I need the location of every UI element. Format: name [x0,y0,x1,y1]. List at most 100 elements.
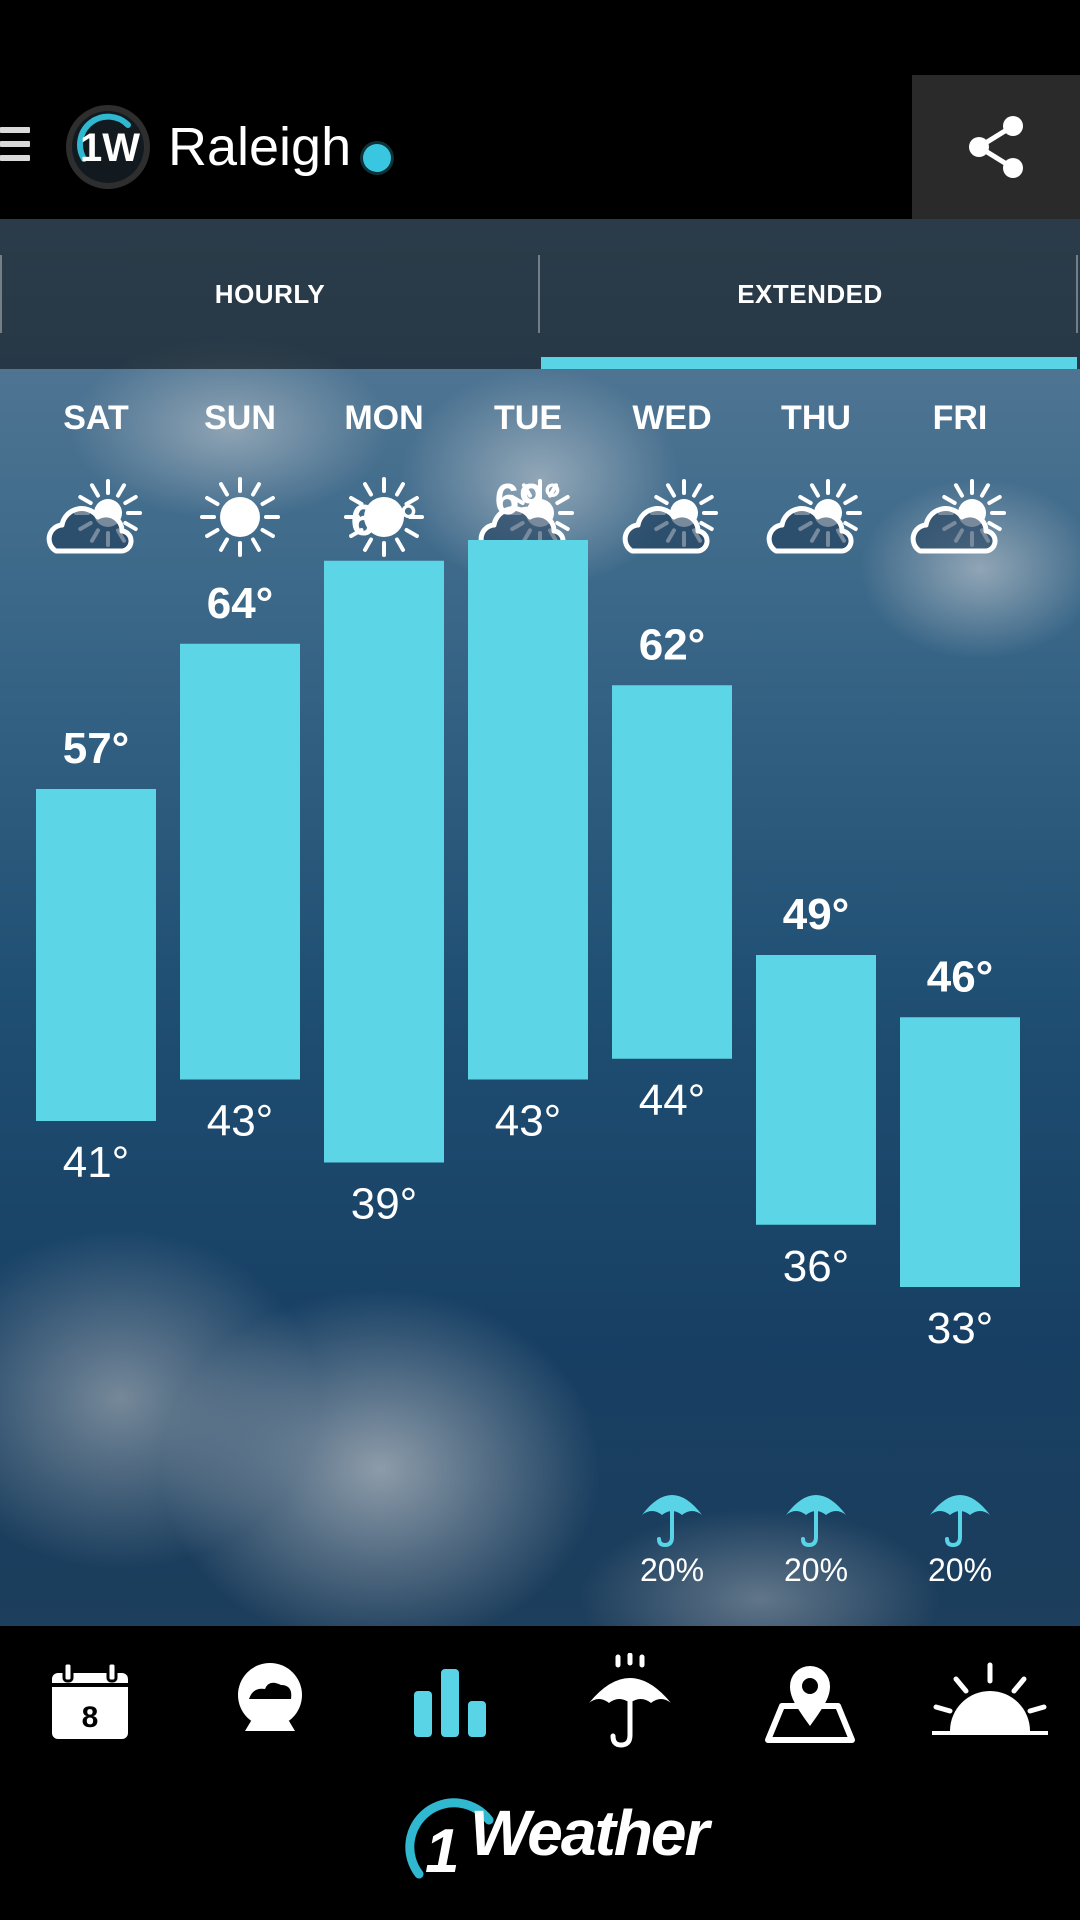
umbrella-handle [945,1509,962,1548]
svg-text:1: 1 [425,1817,459,1886]
temp-range-bar [36,789,156,1121]
sunrise-icon [932,1662,1048,1735]
svg-text:1W: 1W [80,126,140,170]
sun-ray [205,496,220,506]
sun-ray [219,537,229,552]
high-temp-label: 62° [639,620,706,669]
umbrella-icon [786,1495,846,1548]
footer-brand: 1 Weather [0,1776,1080,1920]
nav-radar-globe[interactable] [180,1626,360,1776]
partly-cloudy-icon [46,479,142,554]
day-label: WED [632,399,711,437]
sun-disc [220,497,260,537]
day-label: FRI [933,399,988,437]
high-temp-label: 64° [207,579,274,628]
sun-ray [251,537,261,552]
umbrella-handle [801,1509,818,1548]
low-temp-label: 41° [63,1138,130,1187]
umbrella-icon [642,1495,702,1548]
nav-precipitation[interactable] [540,1626,720,1776]
sun-ray [810,483,820,498]
partly-cloudy-icon [766,479,862,554]
tab-extended[interactable]: EXTENDED [540,219,1080,369]
sun-ray [666,483,676,498]
forecast-day-thu: THU 49° 36° 20% [756,399,876,1588]
sun-ray [260,496,275,506]
map-pin-icon [765,1666,855,1743]
temp-range-bar [180,643,300,1080]
sun-ray [954,483,964,498]
forecast-day-mon: MON 68° 39° [324,399,444,1229]
sun-ray [123,495,138,505]
umbrella-handle [657,1509,674,1548]
temp-range-bar [324,560,444,1163]
nav-extended-chart[interactable] [360,1626,540,1776]
nav-sun-moon[interactable] [900,1626,1080,1776]
forecast-day-tue: TUE 69° 43° [468,399,588,1146]
active-tab-indicator [541,357,1077,369]
tab-hourly[interactable]: HOURLY [0,219,540,369]
current-location-dot [363,144,391,172]
sun-ray [260,528,275,538]
sun-ray [692,483,702,498]
globe-icon [238,1663,302,1731]
low-temp-label: 43° [495,1097,562,1146]
precip-chance-label: 20% [784,1552,848,1588]
partly-cloudy-icon [622,479,718,554]
temp-range-bar [468,540,588,1080]
temp-range-bar [612,685,732,1059]
sun-ray [798,495,813,505]
sun-ray [90,483,100,498]
forecast-day-sat: SAT 57° 41° [36,399,156,1187]
bar-chart-icon [414,1669,486,1737]
extended-forecast-panel: SAT 57° 41° SUN 64° 43° MON 68° 39° TUE 69° 43° WED 6… [0,219,1080,1626]
low-temp-label: 36° [783,1242,850,1291]
low-temp-label: 33° [927,1304,994,1353]
sun-ray [987,495,1002,505]
status-bar [0,0,1080,75]
sun-ray [987,521,1002,531]
day-label: TUE [494,399,562,437]
sun-ray [980,483,990,498]
forecast-chart: SAT 57° 41° SUN 64° 43° MON 68° 39° TUE 69° 43° WED 6… [36,399,1020,1588]
forecast-day-wed: WED 62° 44° 20% [612,399,732,1588]
nav-calendar[interactable]: 8 [0,1626,180,1776]
city-title[interactable]: Raleigh [168,117,351,177]
app-logo-icon[interactable]: 1W [64,103,152,191]
share-button[interactable] [912,75,1080,219]
partly-cloudy-icon [910,479,1006,554]
temp-range-bar [756,955,876,1225]
forecast-day-fri: FRI 46° 33° 20% [900,399,1020,1588]
sun-ray [123,521,138,531]
sun-ray [654,495,669,505]
precip-chance-label: 20% [640,1552,704,1588]
share-icon [969,116,1023,178]
high-temp-label: 57° [63,724,130,773]
umbrella-icon [930,1495,990,1548]
sun-ray [843,521,858,531]
low-temp-label: 43° [207,1097,274,1146]
sun-ray [836,483,846,498]
sun-ray [219,482,229,497]
sun-ray [78,495,93,505]
high-temp-label: 69° [495,475,562,524]
forecast-day-sun: SUN 64° 43° [180,399,300,1146]
app-header: 1W Raleigh [0,75,1080,219]
calendar-day: 8 [82,1701,99,1734]
nav-maps[interactable] [720,1626,900,1776]
high-temp-label: 68° [351,496,418,545]
tab-bar: HOURLY EXTENDED [0,219,1080,369]
tab-edge [1076,255,1078,333]
brand-wordmark: Weather [470,1797,709,1869]
sun-ray [395,482,405,497]
menu-icon[interactable] [0,127,30,167]
sun-ray [116,483,126,498]
high-temp-label: 49° [783,890,850,939]
bottom-nav: 8 [0,1626,1080,1776]
precip-chance-label: 20% [928,1552,992,1588]
umbrella-rain-icon [589,1653,671,1748]
sunny-icon [200,477,280,557]
sun-ray [251,482,261,497]
day-label: SUN [204,399,276,437]
sun-ray [205,528,220,538]
